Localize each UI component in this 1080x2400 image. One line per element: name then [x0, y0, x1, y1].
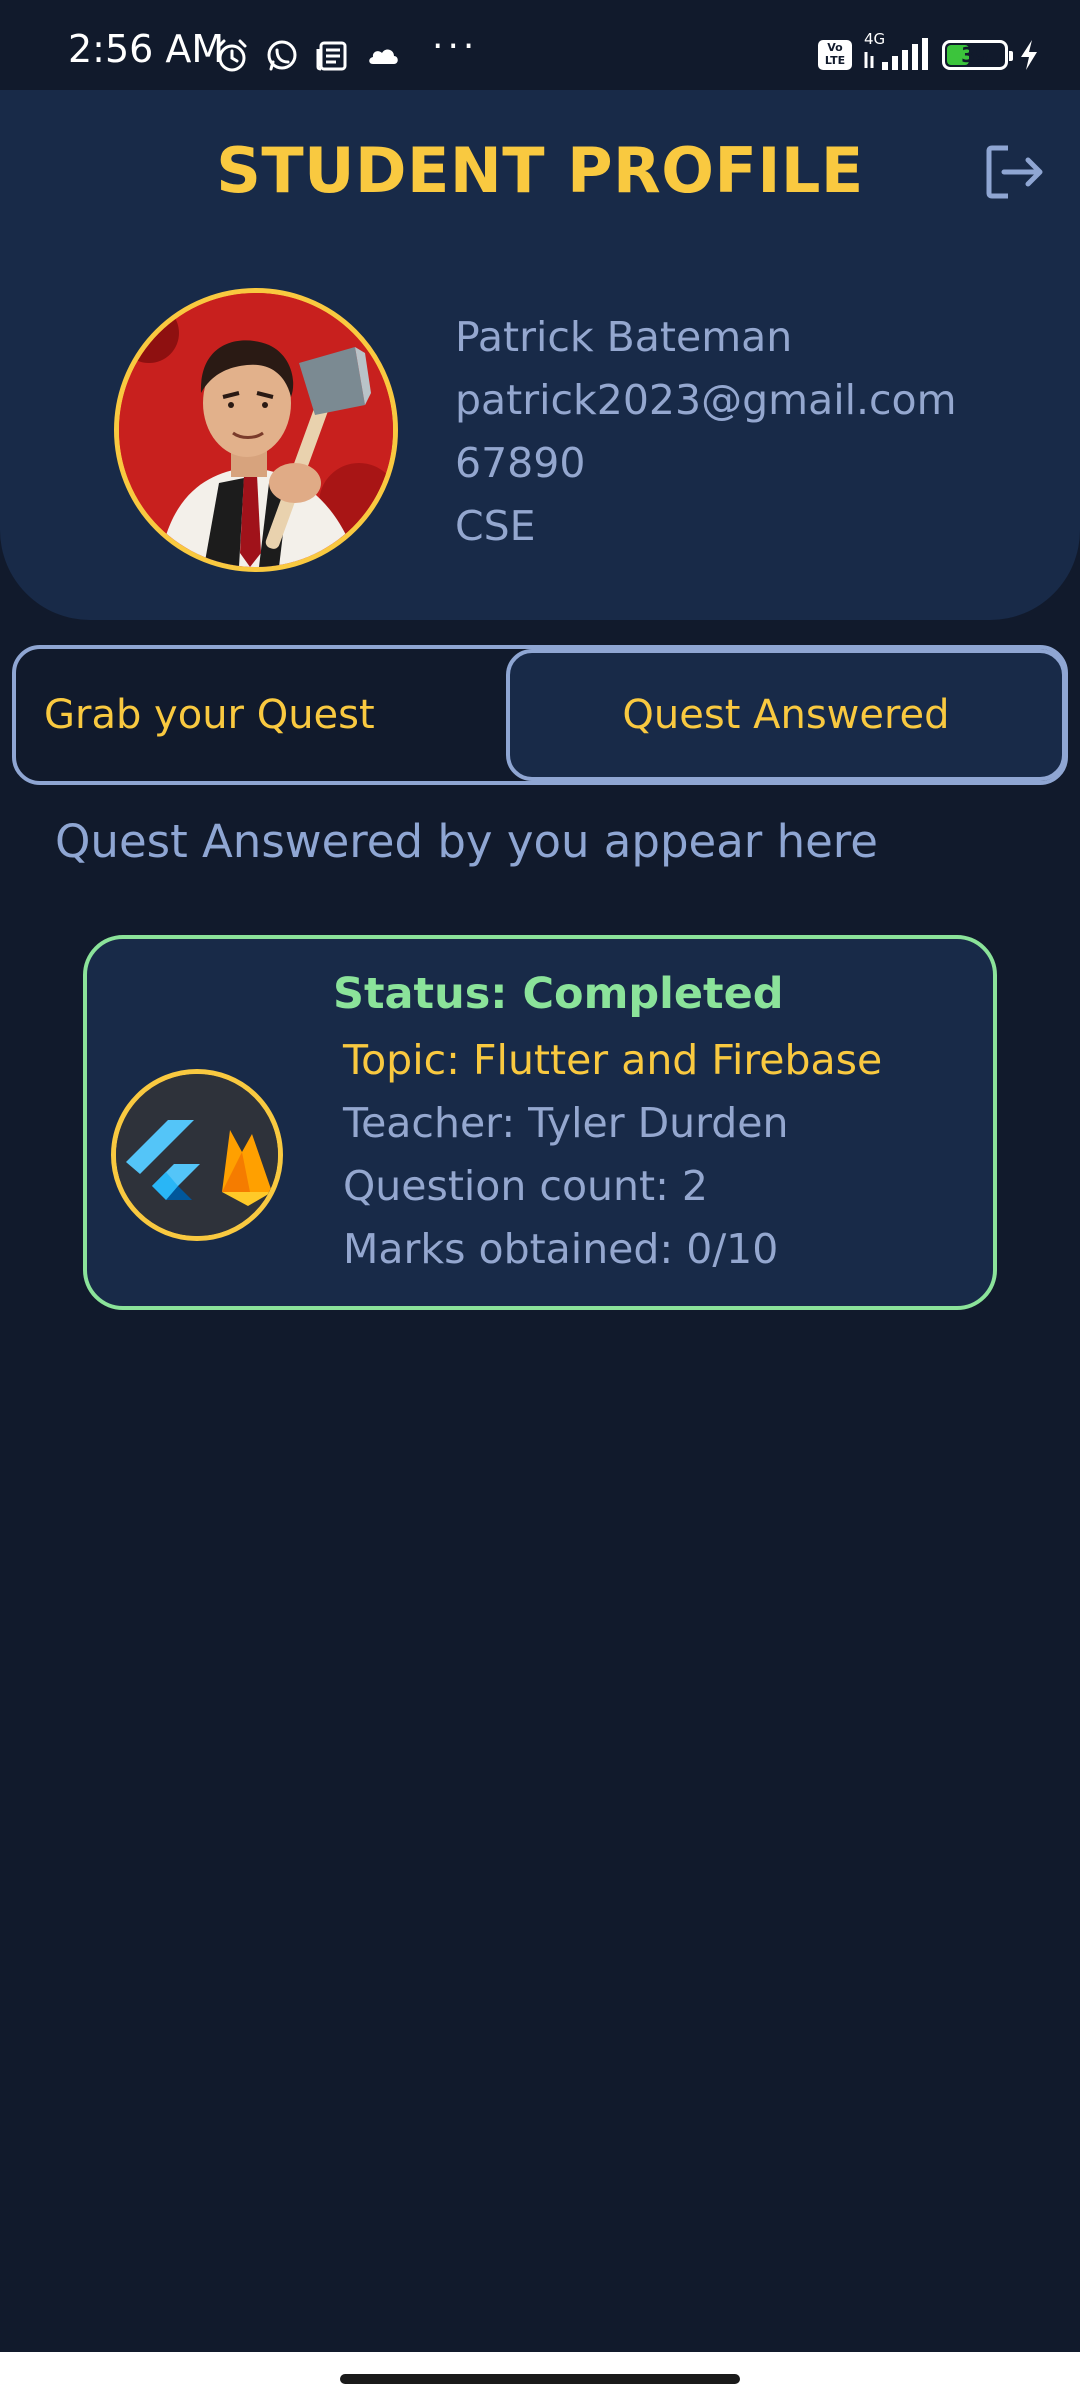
section-caption: Quest Answered by you appear here	[55, 815, 878, 868]
system-nav-bar	[0, 2352, 1080, 2400]
profile-department: CSE	[455, 502, 536, 550]
battery-icon: 39	[942, 40, 1013, 70]
avatar	[114, 288, 398, 572]
quest-teacher: Teacher: Tyler Durden	[343, 1099, 789, 1147]
cloud-icon	[369, 49, 398, 64]
profile-id: 67890	[455, 439, 586, 487]
signal-icon: 4G	[862, 30, 932, 72]
profile-info: Patrick Bateman patrick2023@gmail.com 67…	[455, 306, 957, 558]
more-notifications-icon: ···	[432, 26, 479, 67]
flutter-firebase-logo-icon	[111, 1069, 283, 1241]
volte-icon: Vo LTE	[818, 40, 852, 70]
quest-card[interactable]: Status: Completed Topic: Flutter and Fir…	[83, 935, 997, 1310]
system-icons: Vo LTE 4G 39	[818, 30, 1040, 72]
alarm-icon	[217, 39, 247, 72]
tab-grab-your-quest[interactable]: Grab your Quest	[44, 649, 504, 781]
profile-header: STUDENT PROFILE Patrick Bateman patrick2…	[0, 90, 1080, 620]
quest-question-count: Question count: 2	[343, 1162, 709, 1210]
status-time: 2:56 AM	[68, 27, 225, 71]
whatsapp-icon	[267, 40, 297, 71]
tab-quest-answered[interactable]: Quest Answered	[506, 649, 1066, 781]
profile-email: patrick2023@gmail.com	[455, 376, 957, 424]
app-screen: 2:56 AM ··· Vo LTE 4G 39 STUDENT PROFILE…	[0, 0, 1080, 2400]
notification-icons	[214, 38, 402, 74]
page-title: STUDENT PROFILE	[216, 134, 864, 207]
profile-photo	[119, 293, 393, 567]
news-icon	[316, 41, 347, 71]
logout-button[interactable]	[982, 140, 1046, 204]
quest-status: Status: Completed	[333, 969, 784, 1019]
quest-marks: Marks obtained: 0/10	[343, 1225, 779, 1273]
quest-topic: Topic: Flutter and Firebase	[343, 1036, 883, 1084]
battery-percent: 39	[961, 43, 989, 67]
status-bar: 2:56 AM ··· Vo LTE 4G 39	[0, 0, 1080, 90]
profile-name: Patrick Bateman	[455, 313, 793, 361]
logout-icon	[986, 145, 1043, 199]
charging-icon	[1021, 40, 1037, 70]
quest-tabs: Grab your Quest Quest Answered	[12, 645, 1068, 785]
home-indicator[interactable]	[340, 2374, 740, 2384]
